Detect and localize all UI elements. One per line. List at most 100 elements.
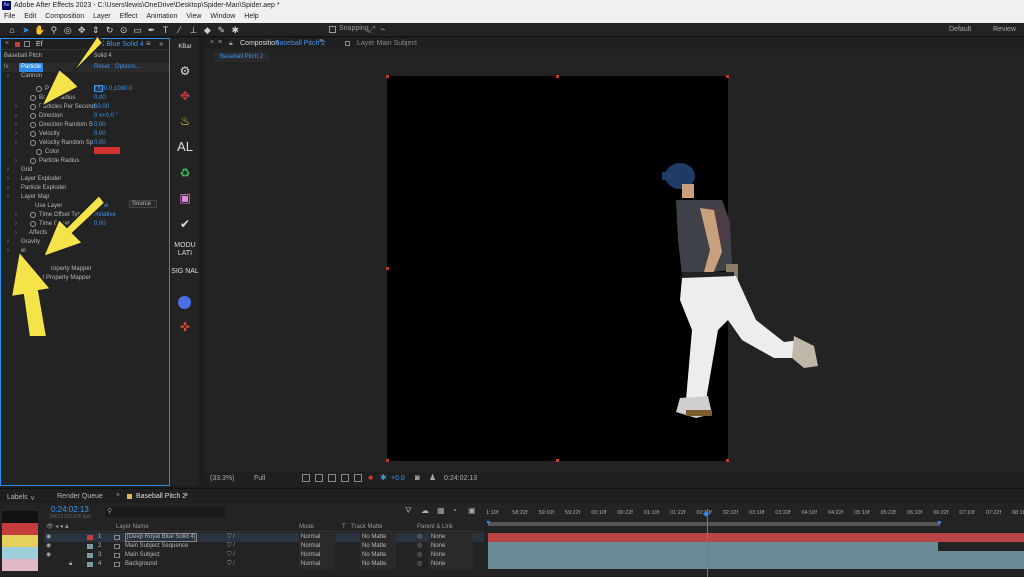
composition-tab[interactable]: Composition bbox=[240, 40, 279, 47]
color-management-icon[interactable]: ♣ bbox=[368, 473, 373, 482]
label-swatch-pink[interactable] bbox=[2, 559, 38, 571]
comp-close-icon[interactable]: × bbox=[210, 39, 214, 46]
channel-icon[interactable] bbox=[354, 474, 362, 482]
panel-overflow-icon[interactable]: » bbox=[159, 39, 163, 48]
fx-icon[interactable]: fx bbox=[4, 64, 9, 70]
twirl-chevron-icon[interactable]: › bbox=[15, 157, 17, 166]
twirl-chevron-icon[interactable]: › bbox=[7, 72, 9, 81]
twirl-chevron-icon[interactable]: › bbox=[15, 121, 17, 130]
stopwatch-icon[interactable] bbox=[30, 122, 36, 128]
anchor-tool-icon[interactable]: ⊙ bbox=[118, 24, 130, 36]
lock-icon[interactable] bbox=[15, 42, 20, 47]
track-matte-dropdown[interactable]: No Matte bbox=[360, 542, 396, 551]
label-swatch-yellow[interactable] bbox=[2, 535, 38, 547]
pen-tool-icon[interactable]: ✒ bbox=[146, 24, 158, 36]
twirl-chevron-icon[interactable]: › bbox=[15, 112, 17, 121]
property-value[interactable]: 0.00 bbox=[94, 130, 106, 139]
bounding-handle[interactable] bbox=[726, 459, 729, 462]
twirl-chevron-icon[interactable]: › bbox=[15, 220, 17, 229]
timeline-comp-tab[interactable]: Baseball Pitch 2 bbox=[136, 493, 186, 500]
puppet-tool-icon[interactable]: ✱ bbox=[229, 24, 241, 36]
snap-options-icon[interactable]: ⤢ bbox=[368, 24, 375, 35]
mode-dropdown[interactable]: Normal bbox=[299, 551, 335, 560]
comp-lock-icon[interactable]: 🔒︎ bbox=[229, 40, 233, 48]
bounding-handle[interactable] bbox=[556, 459, 559, 462]
property-value[interactable]: 0 x+0.0 ° bbox=[94, 112, 118, 121]
stopwatch-icon[interactable] bbox=[30, 140, 36, 146]
render-queue-tab[interactable]: Render Queue bbox=[57, 493, 103, 500]
eraser-tool-icon[interactable]: ◆ bbox=[201, 24, 213, 36]
twirl-chevron-icon[interactable]: › bbox=[15, 139, 17, 148]
mode-dropdown[interactable]: Normal bbox=[299, 533, 335, 542]
exposure-value[interactable]: +0.0 bbox=[391, 475, 405, 482]
effect-property-row[interactable]: › Particle Radius bbox=[1, 157, 169, 166]
property-value[interactable]: 0.00 bbox=[94, 121, 106, 130]
stopwatch-icon[interactable] bbox=[30, 113, 36, 119]
comp-tab-menu-icon[interactable]: ≡ bbox=[319, 38, 323, 45]
layer-lock-icon[interactable]: 🔒︎ bbox=[69, 560, 72, 569]
timeline-layer-row[interactable]: ◉ 3 Main Subject ⛉ / Normal No Matte ◎ None bbox=[44, 551, 484, 560]
work-area-end-icon[interactable]: ▼ bbox=[936, 520, 943, 527]
stopwatch-icon[interactable] bbox=[30, 131, 36, 137]
guides-icon[interactable] bbox=[341, 474, 349, 482]
twirl-chevron-icon[interactable]: › bbox=[15, 103, 17, 112]
label-swatch-red[interactable] bbox=[2, 523, 38, 535]
layer-tab[interactable]: Layer Main Subject bbox=[357, 40, 417, 47]
recycle-icon[interactable]: ♻ bbox=[171, 166, 199, 180]
al-button[interactable]: AL bbox=[171, 139, 199, 154]
parent-pickwhip-icon[interactable]: ◎ bbox=[417, 560, 422, 569]
comp-timecode[interactable]: 0:24:02:13 bbox=[444, 475, 477, 482]
source-dropdown[interactable]: Source bbox=[129, 200, 157, 208]
layer-switches-icon[interactable]: ⛉ / bbox=[227, 560, 235, 569]
layer-label-color[interactable] bbox=[87, 553, 93, 558]
layer-bar-3[interactable] bbox=[488, 551, 1024, 560]
snapping-checkbox[interactable] bbox=[329, 26, 336, 33]
stopwatch-icon[interactable] bbox=[30, 158, 36, 164]
menu-composition[interactable]: Composition bbox=[45, 11, 84, 23]
effect-property-row[interactable]: › Direction Random S 0.00 bbox=[1, 121, 169, 130]
layer-name[interactable]: [Deep Royal Blue Solid 4] bbox=[125, 533, 198, 542]
timeline-layer-row[interactable]: ◉ 1 [Deep Royal Blue Solid 4] ⛉ / Normal No M… bbox=[44, 533, 484, 542]
draft-3d-icon[interactable]: ⛛ bbox=[405, 506, 412, 516]
track-matte-dropdown[interactable]: No Matte bbox=[360, 560, 396, 569]
comp-menu-icon[interactable]: ≡ bbox=[218, 39, 222, 46]
twirl-chevron-icon[interactable]: › bbox=[7, 166, 9, 175]
menu-edit[interactable]: Edit bbox=[24, 11, 36, 23]
graph-editor-icon[interactable]: ▣ bbox=[468, 506, 476, 515]
checkmark-icon[interactable]: ✔ bbox=[171, 217, 199, 231]
menu-file[interactable]: File bbox=[4, 11, 15, 23]
region-of-interest-icon[interactable] bbox=[302, 474, 310, 482]
rectangle-tool-icon[interactable]: ▭ bbox=[132, 24, 144, 36]
timeline-layer-row[interactable]: ◉ 2 Main Subject Sequence ⛉ / Normal No Matte… bbox=[44, 542, 484, 551]
label-swatch-aqua[interactable] bbox=[2, 547, 38, 559]
effect-property-row[interactable]: › Direction 0 x+0.0 ° bbox=[1, 112, 169, 121]
track-matte-dropdown[interactable]: No Matte bbox=[360, 533, 396, 542]
work-area-bar[interactable] bbox=[488, 522, 940, 526]
menu-view[interactable]: View bbox=[186, 11, 201, 23]
mode-dropdown[interactable]: Normal bbox=[299, 560, 335, 569]
rotate-tool-icon[interactable]: ↻ bbox=[104, 24, 116, 36]
blue-circle-icon[interactable] bbox=[178, 296, 191, 309]
clone-tool-icon[interactable]: ⊥ bbox=[187, 24, 199, 36]
layer-switches-icon[interactable]: ⛉ / bbox=[227, 542, 235, 551]
layer-search-input[interactable]: ⚲ bbox=[105, 507, 225, 517]
bounding-handle[interactable] bbox=[386, 459, 389, 462]
label-swatch-none[interactable] bbox=[2, 511, 38, 523]
labels-tab[interactable]: Labels bbox=[7, 494, 28, 501]
brush-tool-icon[interactable]: ⁄ bbox=[173, 24, 185, 36]
signal-button[interactable]: SIG NAL bbox=[171, 268, 199, 276]
show-snapshot-icon[interactable]: ♟ bbox=[429, 473, 436, 482]
effect-property-row[interactable]: › Velocity Random Sp 0.00 bbox=[1, 139, 169, 148]
playhead-handle-icon[interactable]: ◆ bbox=[703, 509, 709, 518]
resolution-dropdown[interactable]: Full bbox=[254, 475, 265, 482]
frame-blending-icon[interactable]: ▦ bbox=[437, 506, 445, 515]
effect-property-row[interactable]: › Velocity 0.00 bbox=[1, 130, 169, 139]
bounding-handle[interactable] bbox=[556, 75, 559, 78]
twirl-chevron-icon[interactable]: › bbox=[7, 175, 9, 184]
parent-pickwhip-icon[interactable]: ◎ bbox=[417, 551, 422, 560]
twirl-chevron-icon[interactable]: › bbox=[7, 184, 9, 193]
comp-breadcrumb[interactable]: Baseball Pitch 2 bbox=[214, 52, 270, 62]
mask-visibility-icon[interactable] bbox=[328, 474, 336, 482]
layer-name[interactable]: Main Subject Sequence bbox=[125, 542, 188, 551]
camera-frame-icon[interactable]: ▣ bbox=[171, 191, 199, 205]
